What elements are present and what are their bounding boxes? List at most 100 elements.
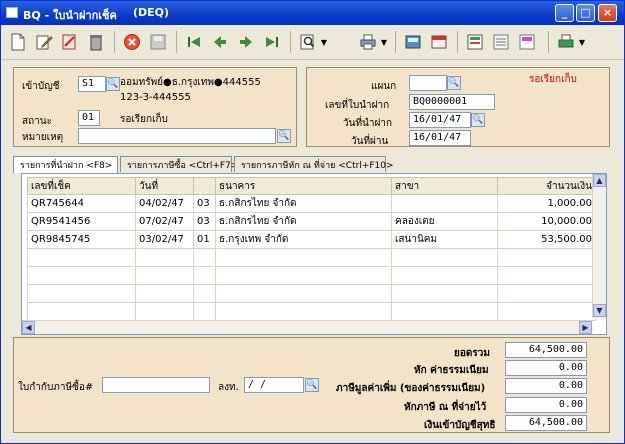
- fee-value[interactable]: 0.00: [505, 360, 587, 376]
- fee-label: หัก ค่าธรรมเนียม: [414, 365, 489, 376]
- calendar-icon[interactable]: 🔍: [471, 113, 485, 127]
- scroll-left-icon[interactable]: ◀: [22, 321, 35, 334]
- chevron-down-icon[interactable]: ▼: [577, 31, 587, 53]
- maximize-button[interactable]: □: [576, 4, 595, 22]
- deposit-no-label: เลขที่ใบนำฝาก: [325, 100, 390, 111]
- bank-name[interactable]: ธ.กรุงเทพ จำกัด: [215, 230, 392, 249]
- note-field[interactable]: [78, 128, 276, 144]
- scroll-right-icon[interactable]: ▶: [579, 321, 592, 334]
- close-button[interactable]: ×: [598, 4, 617, 22]
- column-header-bank[interactable]: ธนาคาร: [215, 177, 392, 195]
- table-row[interactable]: QR745644 04/02/47 03 ธ.กสิกรไทย จำกัด 1,…: [27, 194, 596, 213]
- cancel-icon[interactable]: [121, 31, 143, 53]
- first-icon[interactable]: [183, 31, 205, 53]
- deposit-date-field[interactable]: 16/01/47: [409, 112, 471, 128]
- tax-date-field[interactable]: / /: [244, 377, 304, 393]
- bank-name[interactable]: ธ.กสิกรไทย จำกัด: [215, 212, 392, 231]
- form-icon[interactable]: [516, 31, 538, 53]
- table-row-empty[interactable]: [27, 284, 596, 303]
- tax-invoice-label: ใบกำกับภาษีซื้อ#: [18, 382, 94, 393]
- column-header-branch[interactable]: สาขา: [391, 177, 498, 195]
- scroll-down-icon[interactable]: ▼: [593, 304, 606, 317]
- cheque-amount[interactable]: 10,000.00: [497, 212, 596, 231]
- dept-label: แผนก: [371, 81, 397, 92]
- cheque-date[interactable]: 03/02/47: [135, 230, 194, 249]
- column-header-bank-code[interactable]: [193, 177, 216, 195]
- search-icon[interactable]: [297, 31, 319, 53]
- tab-deposit-items[interactable]: รายการที่นำฝาก <F8>: [13, 156, 118, 173]
- total-value: 64,500.00: [505, 342, 587, 358]
- vat-value[interactable]: 0.00: [505, 378, 587, 394]
- deposit-no-field[interactable]: BQ0000001: [409, 94, 495, 110]
- net-label: เงินเข้าบัญชีสุทธิ: [424, 420, 496, 431]
- tab-withholding-tax[interactable]: รายการภาษีหัก ณ ที่จ่าย <Ctrl+F10>: [234, 156, 394, 172]
- account-label: เข้าบัญชี: [22, 81, 60, 92]
- tab-purchase-tax[interactable]: รายการภาษีซื้อ <Ctrl+F7>: [120, 156, 238, 172]
- cheque-number[interactable]: QR745644: [27, 194, 136, 213]
- cheque-number[interactable]: QR9845745: [27, 230, 136, 249]
- column-header-date[interactable]: วันที่: [135, 177, 194, 195]
- wht-label: หักภาษี ณ ที่จ่ายไว้: [404, 402, 487, 413]
- note-search-icon[interactable]: 🔍: [277, 129, 291, 143]
- export-icon[interactable]: [555, 31, 577, 53]
- save-icon[interactable]: [147, 31, 169, 53]
- vertical-scrollbar[interactable]: ▲ ▼: [592, 174, 606, 318]
- edit-icon[interactable]: [33, 31, 55, 53]
- table-row[interactable]: QR9845745 03/02/47 01 ธ.กรุงเทพ จำกัด เส…: [27, 230, 596, 249]
- bank-code[interactable]: 03: [193, 194, 216, 213]
- account-number: 123-3-444555: [120, 92, 191, 103]
- table-row[interactable]: QR9541456 07/02/47 03 ธ.กสิกรไทย จำกัด ค…: [27, 212, 596, 231]
- print-icon[interactable]: [357, 31, 379, 53]
- cheque-date[interactable]: 07/02/47: [135, 212, 194, 231]
- deposit-date-label: วันที่นำฝาก: [343, 118, 393, 129]
- pass-date-field[interactable]: 16/01/47: [409, 130, 471, 146]
- total-label: ยอดรวม: [454, 348, 490, 359]
- dept-field[interactable]: [409, 75, 447, 91]
- calculator-icon[interactable]: [402, 31, 424, 53]
- draw-icon[interactable]: [59, 31, 81, 53]
- net-value: 64,500.00: [505, 415, 587, 431]
- column-header-amount[interactable]: จำนวนเงิน: [497, 177, 596, 195]
- scroll-up-icon[interactable]: ▲: [593, 174, 606, 187]
- list-icon[interactable]: [490, 31, 512, 53]
- chevron-down-icon[interactable]: ▼: [379, 31, 389, 53]
- account-search-icon[interactable]: 🔍: [106, 77, 120, 91]
- branch-name[interactable]: [391, 194, 498, 213]
- next-icon[interactable]: [235, 31, 257, 53]
- vat-label: ภาษีมูลค่าเพิ่ม (ของค่าธรรมเนียม): [336, 383, 486, 394]
- prev-icon[interactable]: [209, 31, 231, 53]
- chevron-down-icon[interactable]: ▼: [319, 31, 329, 53]
- doc-icon[interactable]: [464, 31, 486, 53]
- table-row-empty[interactable]: [27, 266, 596, 285]
- status-code-field[interactable]: 01: [78, 110, 100, 126]
- dept-search-icon[interactable]: 🔍: [447, 76, 461, 90]
- account-name: ออมทรัพย์●ธ.กรุงเทพ●444555: [120, 77, 261, 88]
- cheque-amount[interactable]: 53,500.00: [497, 230, 596, 249]
- new-icon[interactable]: [7, 31, 29, 53]
- bank-code[interactable]: 01: [193, 230, 216, 249]
- column-header-cheque[interactable]: เลขที่เช็ค: [27, 177, 136, 195]
- title-bar: BQ - ใบนำฝากเช็ค (DEQ) _ □ ×: [1, 1, 624, 25]
- bank-name[interactable]: ธ.กสิกรไทย จำกัด: [215, 194, 392, 213]
- table-row-empty[interactable]: [27, 302, 596, 321]
- minimize-button[interactable]: _: [555, 4, 574, 22]
- report-icon[interactable]: [428, 31, 450, 53]
- branch-name[interactable]: เสนานิคม: [391, 230, 498, 249]
- branch-name[interactable]: คลองเตย: [391, 212, 498, 231]
- cheque-amount[interactable]: 1,000.00: [497, 194, 596, 213]
- last-icon[interactable]: [261, 31, 283, 53]
- horizontal-scrollbar[interactable]: ◀ ▶: [22, 320, 593, 334]
- bank-code[interactable]: 03: [193, 212, 216, 231]
- deposit-panel: แผนก 🔍 รอเรียกเก็บ เลขที่ใบนำฝาก BQ00000…: [306, 67, 610, 147]
- window-subtitle: (DEQ): [133, 6, 170, 19]
- account-code-field[interactable]: S1: [78, 76, 106, 92]
- cheque-number[interactable]: QR9541456: [27, 212, 136, 231]
- wht-value[interactable]: 0.00: [505, 397, 587, 413]
- window-title: BQ - ใบนำฝากเช็ค: [23, 9, 117, 22]
- tax-date-search-icon[interactable]: 🔍: [305, 378, 319, 392]
- tax-invoice-field[interactable]: [102, 377, 210, 393]
- table-header-row: เลขที่เช็ค วันที่ ธนาคาร สาขา จำนวนเงิน: [27, 177, 596, 195]
- cheque-date[interactable]: 04/02/47: [135, 194, 194, 213]
- delete-icon[interactable]: [85, 31, 107, 53]
- table-row-empty[interactable]: [27, 248, 596, 267]
